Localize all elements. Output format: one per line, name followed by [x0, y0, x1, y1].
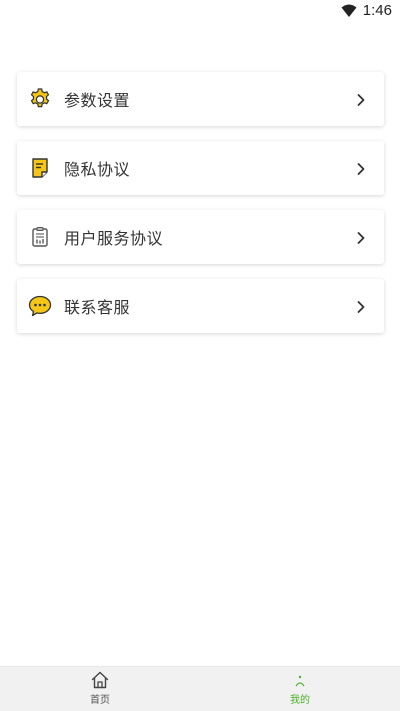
status-time: 1:46 [362, 2, 392, 19]
chat-bubble-icon [28, 294, 52, 318]
nav-item-home[interactable]: 首页 [70, 670, 130, 706]
nav-label-mine: 我的 [290, 695, 310, 706]
menu-item-privacy-policy[interactable]: 隐私协议 [17, 141, 384, 195]
settings-menu: 参数设置 隐私协议 用户服务协议 联系客服 [17, 72, 384, 348]
menu-item-contact-support[interactable]: 联系客服 [17, 279, 384, 333]
chevron-right-icon [356, 161, 366, 175]
menu-item-label: 参数设置 [64, 91, 131, 110]
nav-item-mine[interactable]: 我的 [270, 670, 330, 706]
nav-label-home: 首页 [90, 695, 110, 706]
bottom-nav: 首页 我的 [0, 666, 400, 711]
clipboard-icon [28, 225, 52, 249]
menu-item-label: 隐私协议 [64, 160, 131, 179]
profile-icon [290, 670, 310, 690]
chevron-right-icon [356, 299, 366, 313]
menu-item-label: 联系客服 [64, 298, 131, 317]
home-icon [90, 670, 110, 690]
gear-icon [28, 87, 52, 111]
status-indicators: 1:46 [341, 2, 392, 19]
chevron-right-icon [356, 92, 366, 106]
document-icon [28, 156, 52, 180]
status-bar: 1:46 [0, 0, 400, 24]
menu-item-user-service-agreement[interactable]: 用户服务协议 [17, 210, 384, 264]
chevron-right-icon [356, 230, 366, 244]
menu-item-label: 用户服务协议 [64, 229, 164, 248]
menu-item-parameter-settings[interactable]: 参数设置 [17, 72, 384, 126]
wifi-icon [341, 4, 357, 18]
